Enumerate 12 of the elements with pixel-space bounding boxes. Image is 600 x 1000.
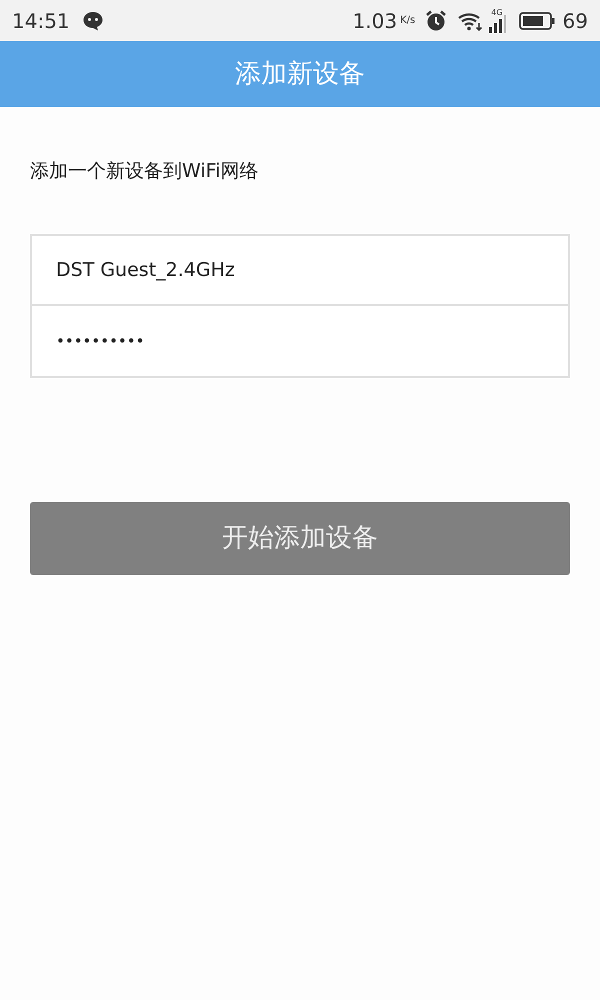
status-time: 14:51 [12,8,70,34]
network-speed: 1.03 [352,8,398,34]
alarm-clock-icon [425,10,448,32]
page-title: 添加新设备 [235,58,365,90]
wifi-name-field[interactable]: DST Guest_2.4GHz [30,234,570,306]
password-field[interactable]: •••••••••• [30,306,570,378]
chat-bubble-icon [82,10,104,30]
instruction-text: 添加一个新设备到WiFi网络 [30,159,260,184]
battery-icon [518,12,555,30]
network-type: 4G [491,8,503,16]
battery-percent: 69 [562,8,588,34]
speed-unit: K/s [400,16,416,26]
